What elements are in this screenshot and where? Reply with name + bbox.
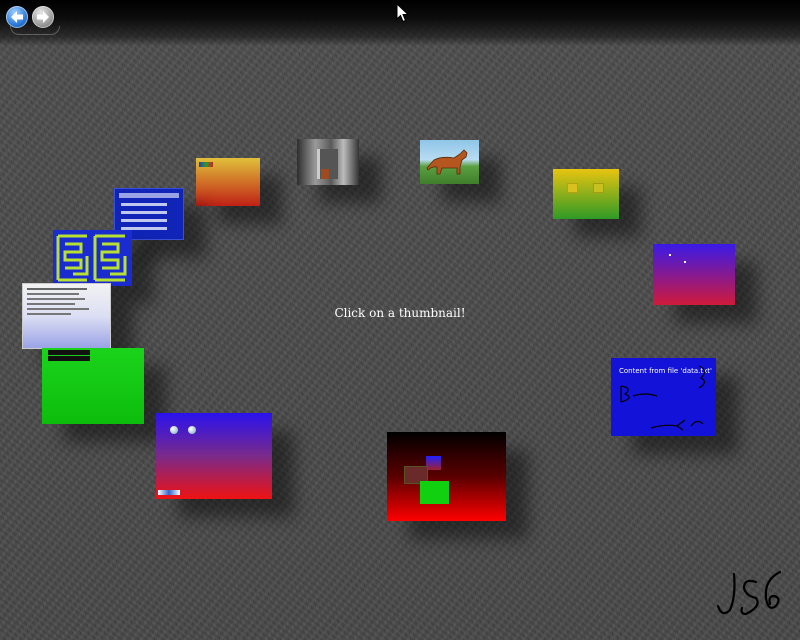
forward-button[interactable] xyxy=(32,6,54,28)
thumbnail-text-line xyxy=(27,288,87,290)
thumbnail-yellow-green-gradient[interactable] xyxy=(553,169,619,219)
thumbnail-figure xyxy=(321,169,329,179)
thumbnail-line xyxy=(121,219,167,222)
thumbnail-titlebar xyxy=(119,193,179,198)
thumbnail-small-square xyxy=(593,183,604,193)
thumbnail-orange-gradient[interactable] xyxy=(196,158,260,206)
forward-arrow-icon xyxy=(37,11,49,23)
thumbnail-purple-gradient[interactable] xyxy=(653,244,735,305)
back-button[interactable] xyxy=(6,6,28,28)
thumbnail-taskbar xyxy=(158,490,180,495)
thumbnail-line xyxy=(121,203,167,206)
thumbnail-green-panel[interactable] xyxy=(42,348,144,424)
thumbnail-dot xyxy=(684,261,686,263)
back-arrow-icon xyxy=(11,11,23,23)
nav-button-base xyxy=(10,26,60,35)
thumbnail-small-window xyxy=(426,456,441,470)
handwritten-annotations xyxy=(620,365,706,431)
thumbnail-blue-red-desktop[interactable] xyxy=(156,413,272,499)
thumbnail-desktop-icon xyxy=(188,426,196,434)
thumbnail-bw-photo[interactable] xyxy=(297,139,359,185)
maze-pattern xyxy=(56,234,127,282)
thumbnail-maze-game[interactable] xyxy=(53,230,132,286)
textured-background xyxy=(0,0,800,640)
jsg-signature xyxy=(716,570,782,616)
mouse-pointer-icon xyxy=(396,3,410,23)
thumbnail-line xyxy=(121,211,167,214)
thumbnail-black-red-gradient[interactable] xyxy=(387,432,506,521)
thumbnail-text-line xyxy=(27,293,79,295)
thumbnail-green-square xyxy=(420,481,449,504)
thumbnail-small-square xyxy=(567,183,578,193)
thumbnail-text-line xyxy=(27,298,85,300)
thumbnail-text-line xyxy=(27,303,75,305)
instruction-caption: Click on a thumbnail! xyxy=(334,306,466,320)
thumbnail-dog-picture[interactable] xyxy=(420,140,479,184)
thumbnail-black-bar xyxy=(48,350,90,355)
thumbnail-dot xyxy=(669,254,671,256)
thumbnail-mini-toolbar xyxy=(199,162,213,167)
dog-illustration xyxy=(426,149,468,175)
thumbnail-content-file[interactable]: Content from file 'data.txt' xyxy=(611,358,716,436)
thumbnail-desktop-icon xyxy=(170,426,178,434)
thumbnail-black-bar xyxy=(48,356,90,361)
